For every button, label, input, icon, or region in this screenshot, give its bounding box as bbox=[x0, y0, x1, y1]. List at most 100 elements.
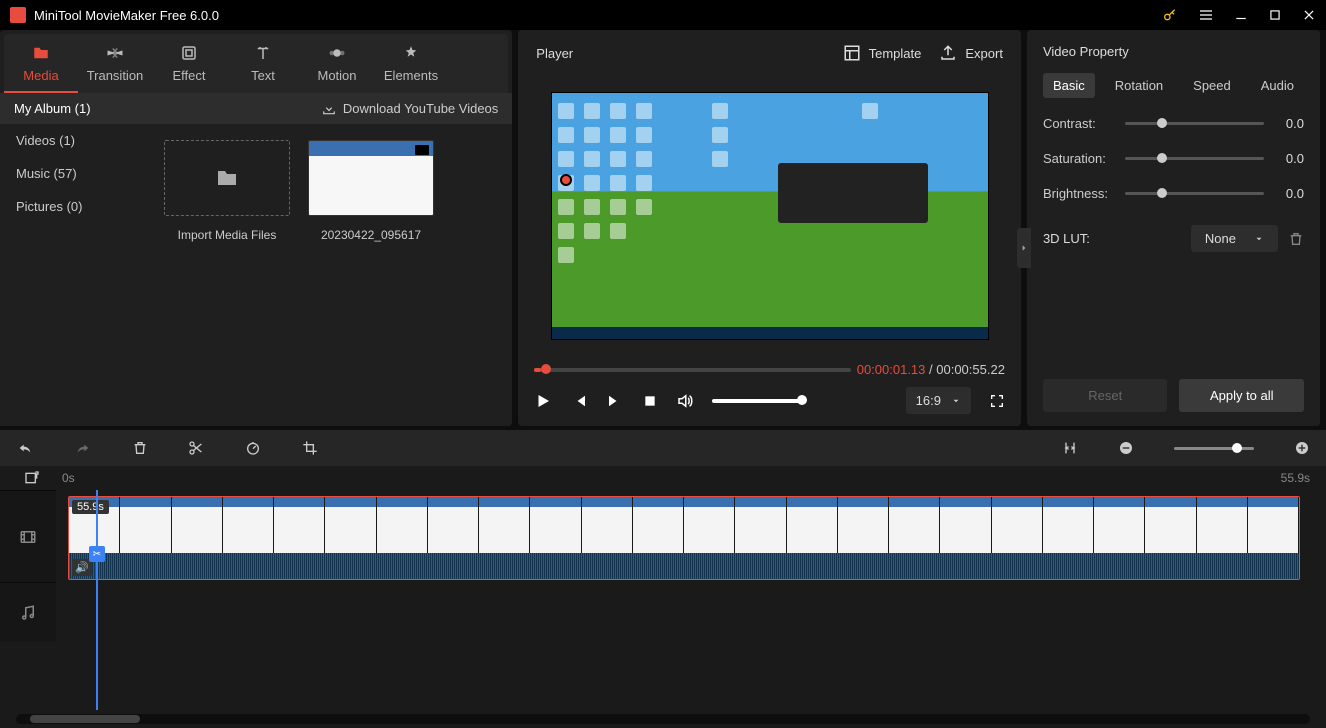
lut-select[interactable]: None bbox=[1191, 225, 1278, 252]
volume-icon[interactable] bbox=[676, 392, 694, 410]
saturation-slider[interactable] bbox=[1125, 157, 1264, 160]
sidebar-item-pictures[interactable]: Pictures (0) bbox=[0, 190, 148, 223]
zoom-in-button[interactable] bbox=[1294, 440, 1310, 456]
brightness-row: Brightness: 0.0 bbox=[1043, 186, 1304, 201]
lut-row: 3D LUT: None bbox=[1043, 225, 1304, 252]
volume-slider[interactable] bbox=[712, 399, 802, 403]
undo-button[interactable] bbox=[16, 440, 34, 456]
sidebar-item-videos[interactable]: Videos (1) bbox=[0, 124, 148, 157]
import-media-label: Import Media Files bbox=[164, 228, 290, 242]
app-logo bbox=[10, 7, 26, 23]
collapse-handle[interactable] bbox=[1017, 228, 1031, 268]
playhead-split-icon[interactable]: ✂ bbox=[89, 546, 105, 562]
redo-button[interactable] bbox=[74, 440, 92, 456]
saturation-row: Saturation: 0.0 bbox=[1043, 151, 1304, 166]
video-track-head[interactable] bbox=[0, 490, 56, 582]
properties-title: Video Property bbox=[1043, 44, 1304, 59]
crop-button[interactable] bbox=[302, 440, 318, 456]
total-time: 00:00:55.22 bbox=[936, 362, 1005, 377]
lut-value: None bbox=[1205, 231, 1236, 246]
audio-track-head[interactable] bbox=[0, 582, 56, 642]
ruler-start: 0s bbox=[62, 471, 1281, 485]
media-grid: Import Media Files 20230422_095617 bbox=[148, 124, 512, 426]
contrast-row: Contrast: 0.0 bbox=[1043, 116, 1304, 131]
brightness-slider[interactable] bbox=[1125, 192, 1264, 195]
aspect-ratio-select[interactable]: 16:9 bbox=[906, 387, 971, 414]
fit-button[interactable] bbox=[1062, 440, 1078, 456]
media-panel: Media Transition Effect Text Motion Elem… bbox=[0, 30, 512, 426]
reset-button[interactable]: Reset bbox=[1043, 379, 1168, 412]
play-button[interactable] bbox=[534, 392, 552, 410]
download-youtube-button[interactable]: Download YouTube Videos bbox=[321, 101, 498, 116]
template-button[interactable]: Template bbox=[843, 44, 922, 62]
apply-all-button[interactable]: Apply to all bbox=[1179, 379, 1304, 412]
contrast-value: 0.0 bbox=[1274, 116, 1304, 131]
aspect-value: 16:9 bbox=[916, 393, 941, 408]
zoom-slider[interactable] bbox=[1174, 447, 1254, 450]
fullscreen-button[interactable] bbox=[989, 393, 1005, 409]
upgrade-key-icon[interactable] bbox=[1162, 7, 1178, 23]
clip-waveform bbox=[69, 553, 1299, 579]
tab-text[interactable]: Text bbox=[226, 34, 300, 93]
sidebar-item-music[interactable]: Music (57) bbox=[0, 157, 148, 190]
tab-motion[interactable]: Motion bbox=[300, 34, 374, 93]
split-button[interactable] bbox=[188, 440, 204, 456]
stop-button[interactable] bbox=[642, 393, 658, 409]
tab-media[interactable]: Media bbox=[4, 34, 78, 93]
export-button[interactable]: Export bbox=[939, 44, 1003, 62]
menu-icon[interactable] bbox=[1198, 7, 1214, 23]
tab-effect-label: Effect bbox=[172, 68, 205, 83]
tab-elements-label: Elements bbox=[384, 68, 438, 83]
video-clip[interactable]: 55.9s 🔊 bbox=[68, 496, 1300, 580]
lut-label: 3D LUT: bbox=[1043, 231, 1115, 246]
properties-panel: Video Property Basic Rotation Speed Audi… bbox=[1027, 30, 1320, 426]
album-header-row: My Album (1) Download YouTube Videos bbox=[0, 93, 512, 124]
timeline-tracks[interactable]: ✂ 55.9s 🔊 bbox=[56, 490, 1326, 710]
maximize-icon[interactable] bbox=[1268, 8, 1282, 22]
close-icon[interactable] bbox=[1302, 8, 1316, 22]
prop-tab-audio[interactable]: Audio bbox=[1251, 73, 1304, 98]
contrast-slider[interactable] bbox=[1125, 122, 1264, 125]
current-time: 00:00:01.13 bbox=[857, 362, 926, 377]
saturation-value: 0.0 bbox=[1274, 151, 1304, 166]
delete-button[interactable] bbox=[132, 440, 148, 456]
zoom-out-button[interactable] bbox=[1118, 440, 1134, 456]
timeline-scrollbar[interactable] bbox=[16, 714, 1310, 724]
media-clip-label: 20230422_095617 bbox=[308, 228, 434, 242]
media-clip-card[interactable]: 20230422_095617 bbox=[308, 140, 434, 242]
tab-effect[interactable]: Effect bbox=[152, 34, 226, 93]
tab-motion-label: Motion bbox=[317, 68, 356, 83]
sidebar-item-myalbum[interactable]: My Album (1) bbox=[14, 101, 91, 116]
import-media-card[interactable]: Import Media Files bbox=[164, 140, 290, 242]
next-frame-button[interactable] bbox=[606, 392, 624, 410]
playhead[interactable]: ✂ bbox=[96, 490, 98, 710]
preview-frame[interactable] bbox=[551, 92, 989, 340]
tab-text-label: Text bbox=[251, 68, 275, 83]
timeline-ruler[interactable]: 0s 55.9s bbox=[0, 466, 1326, 490]
add-track-button[interactable] bbox=[24, 470, 40, 486]
tab-transition[interactable]: Transition bbox=[78, 34, 152, 93]
timeline-panel: 0s 55.9s ✂ 55.9s 🔊 bbox=[0, 430, 1326, 728]
minimize-icon[interactable] bbox=[1234, 8, 1248, 22]
brightness-label: Brightness: bbox=[1043, 186, 1115, 201]
seek-slider[interactable] bbox=[534, 368, 850, 372]
media-sidebar: Videos (1) Music (57) Pictures (0) bbox=[0, 124, 148, 426]
ruler-end: 55.9s bbox=[1281, 471, 1310, 485]
prop-tab-speed[interactable]: Speed bbox=[1183, 73, 1241, 98]
import-folder-icon bbox=[164, 140, 290, 216]
property-tabs: Basic Rotation Speed Audio bbox=[1043, 73, 1304, 98]
clip-duration-badge: 55.9s bbox=[72, 500, 109, 514]
time-display: 00:00:01.13 / 00:00:55.22 bbox=[857, 362, 1005, 377]
prev-frame-button[interactable] bbox=[570, 392, 588, 410]
tab-elements[interactable]: Elements bbox=[374, 34, 448, 93]
export-label: Export bbox=[965, 46, 1003, 61]
timeline-toolbar bbox=[0, 430, 1326, 466]
tab-transition-label: Transition bbox=[87, 68, 144, 83]
lut-delete-icon[interactable] bbox=[1288, 231, 1304, 247]
speed-button[interactable] bbox=[244, 440, 262, 456]
main-tabstrip: Media Transition Effect Text Motion Elem… bbox=[4, 34, 508, 93]
prop-tab-basic[interactable]: Basic bbox=[1043, 73, 1095, 98]
player-panel: Player Template Export bbox=[518, 30, 1021, 426]
prop-tab-rotation[interactable]: Rotation bbox=[1105, 73, 1173, 98]
tab-media-label: Media bbox=[23, 68, 58, 83]
